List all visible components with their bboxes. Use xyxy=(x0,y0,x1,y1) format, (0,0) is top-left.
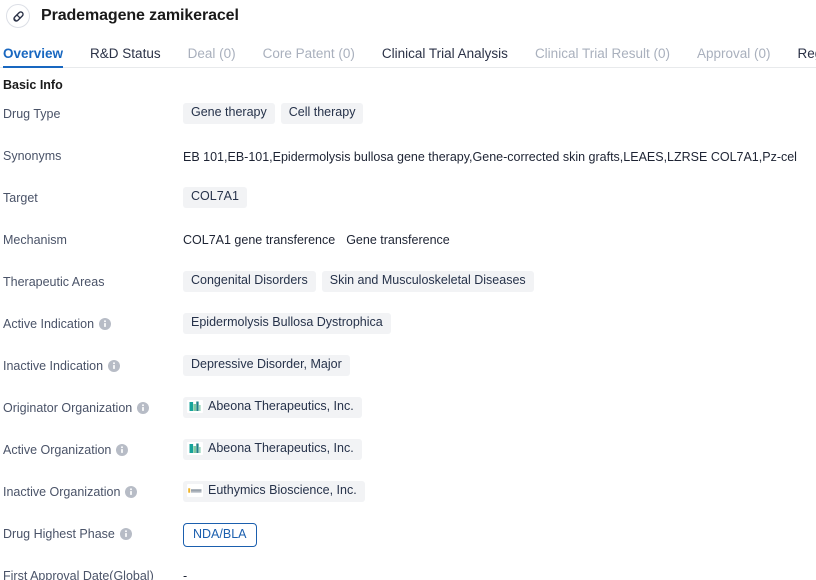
first-approval-date-value: - xyxy=(183,569,188,580)
row-label: Synonyms xyxy=(0,138,183,163)
row-value: Abeona Therapeutics, Inc. xyxy=(183,390,816,418)
row-label-text: Drug Type xyxy=(3,107,61,121)
row-active-organization: Active Organization Abeona Therapeutics,… xyxy=(0,432,816,474)
abeona-logo-icon xyxy=(187,442,203,456)
row-value: Abeona Therapeutics, Inc. xyxy=(183,432,816,460)
tab-core-patent[interactable]: Core Patent (0) xyxy=(263,46,355,68)
page-title: Prademagene zamikeracel xyxy=(41,7,239,24)
row-value: EB 101,EB-101,Epidermolysis bullosa gene… xyxy=(183,138,816,166)
status-badge[interactable]: NDA/BLA xyxy=(183,523,257,547)
organization-tag[interactable]: Abeona Therapeutics, Inc. xyxy=(183,439,362,460)
row-label-text: Drug Highest Phase xyxy=(3,527,115,541)
tab-overview[interactable]: Overview xyxy=(3,46,64,68)
row-label: Target xyxy=(0,180,183,205)
info-icon[interactable] xyxy=(108,360,121,372)
row-label-text: Target xyxy=(3,191,38,205)
row-label-text: Originator Organization xyxy=(3,401,133,415)
tab-bar: Overview R&D Status Deal (0) Core Patent… xyxy=(0,36,816,68)
row-drug-type: Drug Type Gene therapy Cell therapy xyxy=(0,96,816,138)
tab-rd-status[interactable]: R&D Status xyxy=(90,46,161,68)
tag-item[interactable]: Cell therapy xyxy=(280,103,364,124)
tab-approval[interactable]: Approval (0) xyxy=(697,46,771,68)
tag-item[interactable]: Gene therapy xyxy=(183,103,275,124)
mechanism-item: COL7A1 gene transference xyxy=(183,233,336,247)
tag-item[interactable]: Epidermolysis Bullosa Dystrophica xyxy=(183,313,391,334)
row-value: Congenital Disorders Skin and Musculoske… xyxy=(183,264,816,292)
row-label: Inactive Indication xyxy=(0,348,183,373)
row-label: Originator Organization xyxy=(0,390,183,415)
basic-info-rows: Drug Type Gene therapy Cell therapy Syno… xyxy=(0,92,816,580)
tab-deal[interactable]: Deal (0) xyxy=(188,46,236,68)
row-label: Drug Type xyxy=(0,96,183,121)
row-mechanism: Mechanism COL7A1 gene transference Gene … xyxy=(0,222,816,264)
row-label-text: Active Indication xyxy=(3,317,95,331)
row-first-approval-date: First Approval Date(Global) - xyxy=(0,558,816,580)
pill-capsule-icon xyxy=(6,4,30,28)
info-icon[interactable] xyxy=(99,318,112,330)
row-label-text: Inactive Organization xyxy=(3,485,121,499)
row-drug-highest-phase: Drug Highest Phase NDA/BLA xyxy=(0,516,816,558)
abeona-logo-icon xyxy=(187,400,203,414)
info-icon[interactable] xyxy=(116,444,129,456)
row-label: Therapeutic Areas xyxy=(0,264,183,289)
organization-tag[interactable]: Euthymics Bioscience, Inc. xyxy=(183,481,365,502)
info-icon[interactable] xyxy=(125,486,138,498)
info-icon[interactable] xyxy=(137,402,150,414)
organization-name: Euthymics Bioscience, Inc. xyxy=(208,483,357,497)
euthymics-logo-icon xyxy=(187,484,203,498)
tab-clinical-trial-analysis[interactable]: Clinical Trial Analysis xyxy=(382,46,508,68)
organization-tag[interactable]: Abeona Therapeutics, Inc. xyxy=(183,397,362,418)
row-value: NDA/BLA xyxy=(183,516,816,547)
section-title-basic-info: Basic Info xyxy=(3,78,63,92)
row-label-text: Inactive Indication xyxy=(3,359,104,373)
row-therapeutic-areas: Therapeutic Areas Congenital Disorders S… xyxy=(0,264,816,306)
row-label-text: Therapeutic Areas xyxy=(3,275,105,289)
row-label-text: Active Organization xyxy=(3,443,112,457)
info-icon[interactable] xyxy=(119,528,132,540)
tag-item[interactable]: Skin and Musculoskeletal Diseases xyxy=(321,271,534,292)
tag-item[interactable]: Congenital Disorders xyxy=(183,271,316,292)
row-originator-organization: Originator Organization Abeona Therapeut… xyxy=(0,390,816,432)
row-label: Mechanism xyxy=(0,222,183,247)
row-value: Euthymics Bioscience, Inc. xyxy=(183,474,816,502)
drug-detail-page: Prademagene zamikeracel Overview R&D Sta… xyxy=(0,0,816,580)
row-inactive-indication: Inactive Indication Depressive Disorder,… xyxy=(0,348,816,390)
row-label: Inactive Organization xyxy=(0,474,183,499)
row-target: Target COL7A1 xyxy=(0,180,816,222)
organization-name: Abeona Therapeutics, Inc. xyxy=(208,441,354,455)
row-active-indication: Active Indication Epidermolysis Bullosa … xyxy=(0,306,816,348)
row-value: COL7A1 gene transference Gene transferen… xyxy=(183,222,816,247)
row-label: Drug Highest Phase xyxy=(0,516,183,541)
row-synonyms: Synonyms EB 101,EB-101,Epidermolysis bul… xyxy=(0,138,816,180)
page-header: Prademagene zamikeracel xyxy=(0,0,816,30)
mechanism-item: Gene transference xyxy=(346,233,450,247)
tab-regulation[interactable]: Regulation xyxy=(798,46,816,68)
row-label: First Approval Date(Global) xyxy=(0,558,183,580)
row-label: Active Indication xyxy=(0,306,183,331)
tag-item[interactable]: COL7A1 xyxy=(183,187,247,208)
row-value: - xyxy=(183,558,816,580)
row-value: COL7A1 xyxy=(183,180,816,208)
row-value: Gene therapy Cell therapy xyxy=(183,96,816,124)
row-label: Active Organization xyxy=(0,432,183,457)
row-value: Epidermolysis Bullosa Dystrophica xyxy=(183,306,816,334)
row-value: Depressive Disorder, Major xyxy=(183,348,816,376)
row-label-text: First Approval Date(Global) xyxy=(3,569,154,580)
tag-item[interactable]: Depressive Disorder, Major xyxy=(183,355,350,376)
row-label-text: Mechanism xyxy=(3,233,67,247)
tab-clinical-trial-result[interactable]: Clinical Trial Result (0) xyxy=(535,46,670,68)
row-inactive-organization: Inactive Organization Euthymics Bioscien… xyxy=(0,474,816,516)
synonyms-text: EB 101,EB-101,Epidermolysis bullosa gene… xyxy=(183,150,797,164)
organization-name: Abeona Therapeutics, Inc. xyxy=(208,399,354,413)
row-label-text: Synonyms xyxy=(3,149,62,163)
